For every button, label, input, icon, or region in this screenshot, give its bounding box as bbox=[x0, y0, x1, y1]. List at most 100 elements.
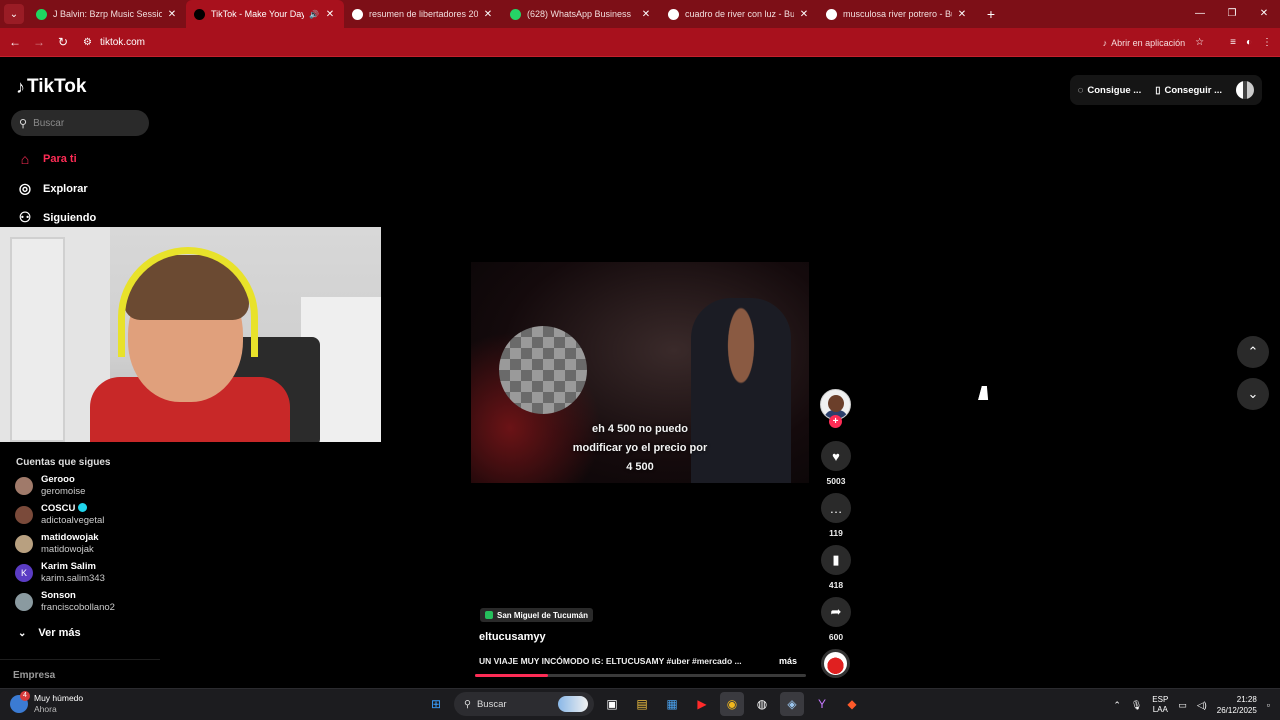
follow-plus-button[interactable]: + bbox=[829, 415, 842, 428]
more-button[interactable]: más bbox=[779, 656, 797, 666]
search-icon: ⚲ bbox=[464, 698, 471, 710]
account-name-text: matidowojak bbox=[41, 532, 99, 543]
account-name: Sonson bbox=[41, 590, 115, 602]
bookmark-star-icon[interactable]: ☆ bbox=[1195, 37, 1204, 48]
minimize-button[interactable]: — bbox=[1184, 0, 1216, 28]
footer-empresa[interactable]: Empresa bbox=[13, 670, 55, 681]
url-field[interactable]: tiktok.com bbox=[100, 37, 145, 48]
account-name-text: COSCU bbox=[41, 503, 76, 514]
browser-tab[interactable]: TikTok - Make Your Day 🔊 ✕ bbox=[186, 0, 344, 28]
restore-button[interactable]: ❐ bbox=[1216, 0, 1248, 28]
music-disc-icon[interactable] bbox=[821, 649, 850, 678]
comment-icon[interactable]: … bbox=[821, 493, 851, 523]
youtube-icon[interactable]: ▶ bbox=[690, 692, 714, 716]
open-in-app-button[interactable]: ♪ Abrir en aplicación bbox=[1103, 38, 1186, 48]
reload-button[interactable]: ↻ bbox=[51, 35, 75, 49]
video-player[interactable]: eh 4 500 no puedo modificar yo el precio… bbox=[471, 262, 809, 483]
clock[interactable]: 21:28 26/12/2025 bbox=[1217, 694, 1257, 716]
app-y-icon[interactable]: Y bbox=[810, 692, 834, 716]
tab-title: resumen de libertadores 2018 f bbox=[369, 9, 478, 19]
save-action[interactable]: ▮ 418 bbox=[821, 545, 851, 590]
comment-action[interactable]: … 119 bbox=[821, 493, 851, 538]
followed-account[interactable]: Sonson franciscobollano2 bbox=[15, 590, 115, 614]
forward-button[interactable]: → bbox=[27, 35, 51, 49]
brave-icon[interactable]: ◆ bbox=[840, 692, 864, 716]
network-icon[interactable]: ▭ bbox=[1178, 700, 1187, 711]
account-name: COSCU bbox=[41, 503, 104, 515]
steam-icon[interactable]: ◈ bbox=[780, 692, 804, 716]
get-app-button[interactable]: ▯ Conseguir ... bbox=[1155, 85, 1222, 96]
close-tab-icon[interactable]: ✕ bbox=[166, 9, 178, 20]
location-tag[interactable]: San Miguel de Tucumán bbox=[480, 608, 593, 622]
site-info-icon[interactable]: ⚙ bbox=[83, 37, 92, 48]
previous-video-button[interactable]: ⌃ bbox=[1237, 336, 1269, 368]
followed-account[interactable]: matidowojak matidowojak bbox=[15, 532, 99, 556]
language-indicator[interactable]: ESP LAA bbox=[1152, 695, 1168, 715]
heart-icon[interactable]: ♥ bbox=[821, 441, 851, 471]
followed-account[interactable]: Gerooo geromoise bbox=[15, 474, 85, 498]
file-explorer-icon[interactable]: ▤ bbox=[630, 692, 654, 716]
browser-tab[interactable]: cuadro de river con luz - Buscar ✕ bbox=[660, 0, 818, 28]
favicon-icon bbox=[826, 8, 837, 20]
video-author[interactable]: eltucusamyy bbox=[479, 631, 546, 643]
bookmark-icon[interactable]: ▮ bbox=[821, 545, 851, 575]
obs-icon[interactable]: ◍ bbox=[750, 692, 774, 716]
nav-explorar[interactable]: ◎ Explorar bbox=[16, 180, 88, 197]
user-avatar[interactable] bbox=[1236, 81, 1254, 99]
taskbar: 4 Muy húmedo Ahora ⊞ ⚲ Buscar ▣ ▤ ▦ ▶ ◉ … bbox=[0, 688, 1280, 720]
weather-widget[interactable]: 4 Muy húmedo Ahora bbox=[10, 691, 83, 715]
favicon-icon bbox=[194, 8, 205, 20]
notification-badge: 4 bbox=[20, 691, 30, 701]
notifications-icon[interactable]: ▫ bbox=[1267, 700, 1270, 710]
address-bar-row: ← → ↻ ⚙ tiktok.com ♪ Abrir en aplicación… bbox=[0, 28, 1280, 57]
tab-search-menu-button[interactable]: ⌄ bbox=[4, 4, 24, 24]
search-input[interactable]: ⚲ Buscar bbox=[11, 110, 149, 136]
share-icon[interactable]: ➦ bbox=[821, 597, 851, 627]
browser-tab[interactable]: J Balvin: Bzrp Music Sessions, V ✕ bbox=[28, 0, 186, 28]
browser-tab[interactable]: musculosa river potrero - Busca ✕ bbox=[818, 0, 976, 28]
location-label: San Miguel de Tucumán bbox=[497, 610, 588, 620]
tiktok-logo[interactable]: ♪ TikTok bbox=[16, 76, 86, 98]
profile-icon[interactable]: ◐ bbox=[1246, 37, 1252, 48]
get-coins-button[interactable]: ◌ Consigue ... bbox=[1078, 85, 1142, 96]
close-tab-icon[interactable]: ✕ bbox=[798, 9, 810, 20]
video-progress-bar[interactable] bbox=[475, 674, 806, 677]
browser-tab[interactable]: (628) WhatsApp Business ✕ bbox=[502, 0, 660, 28]
tray-chevron-icon[interactable]: ⌃ bbox=[1113, 700, 1121, 711]
task-view-icon[interactable]: ▣ bbox=[600, 692, 624, 716]
back-button[interactable]: ← bbox=[3, 35, 27, 49]
followed-account[interactable]: K Karim Salim karim.salim343 bbox=[15, 561, 105, 585]
store-icon[interactable]: ▦ bbox=[660, 692, 684, 716]
close-window-button[interactable]: ✕ bbox=[1248, 0, 1280, 28]
favicon-icon bbox=[668, 8, 679, 20]
share-action[interactable]: ➦ 600 bbox=[821, 597, 851, 642]
volume-icon[interactable]: ◁) bbox=[1197, 700, 1207, 711]
see-more-button[interactable]: ⌄ Ver más bbox=[18, 627, 81, 639]
coin-icon: ◌ bbox=[1077, 84, 1084, 96]
new-tab-button[interactable]: + bbox=[980, 6, 1002, 22]
account-handle: geromoise bbox=[41, 486, 86, 497]
follows-title: Cuentas que sigues bbox=[16, 457, 111, 468]
close-tab-icon[interactable]: ✕ bbox=[324, 9, 336, 20]
windows-start-icon[interactable]: ⊞ bbox=[424, 692, 448, 716]
chrome-icon[interactable]: ◉ bbox=[720, 692, 744, 716]
avatar bbox=[15, 477, 33, 495]
close-tab-icon[interactable]: ✕ bbox=[956, 9, 968, 20]
close-tab-icon[interactable]: ✕ bbox=[482, 9, 494, 20]
taskbar-search[interactable]: ⚲ Buscar bbox=[454, 692, 594, 716]
followed-account[interactable]: COSCU adictoalvegetal bbox=[15, 503, 104, 527]
media-control-icon[interactable]: ≡ bbox=[1230, 37, 1236, 48]
like-action[interactable]: ♥ 5003 bbox=[821, 441, 851, 486]
nav-label: Para ti bbox=[43, 153, 77, 165]
audio-playing-icon[interactable]: 🔊 bbox=[308, 10, 320, 19]
mouse-cursor bbox=[978, 386, 992, 400]
location-pin-icon bbox=[485, 611, 493, 619]
microphone-icon[interactable]: 🎙 bbox=[1131, 700, 1142, 711]
next-video-button[interactable]: ⌄ bbox=[1237, 378, 1269, 410]
nav-siguiendo[interactable]: ⚇ Siguiendo bbox=[16, 209, 96, 226]
nav-para-ti[interactable]: ⌂ Para ti bbox=[16, 151, 77, 167]
browser-menu-icon[interactable]: ⋮ bbox=[1262, 37, 1272, 48]
tiktok-small-icon: ♪ bbox=[1102, 37, 1108, 48]
close-tab-icon[interactable]: ✕ bbox=[640, 9, 652, 20]
browser-tab[interactable]: resumen de libertadores 2018 f ✕ bbox=[344, 0, 502, 28]
